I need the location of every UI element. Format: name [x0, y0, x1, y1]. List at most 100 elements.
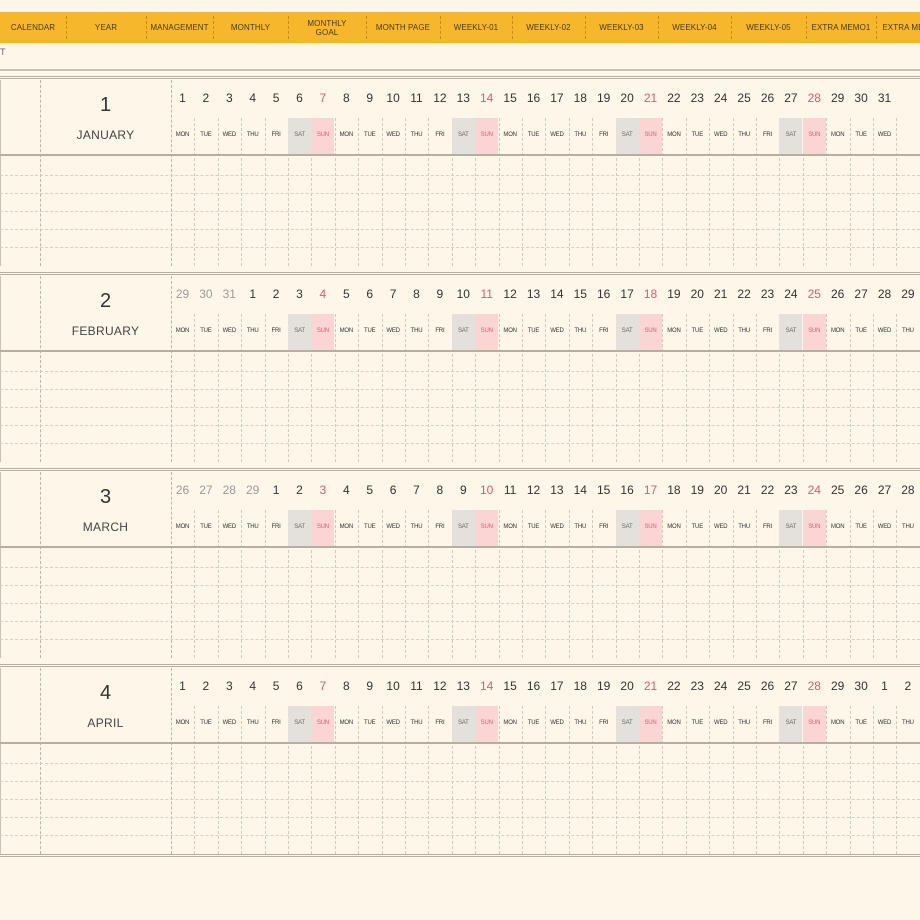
day-number[interactable]: 21	[639, 679, 662, 693]
tab-month-page[interactable]: MONTH PAGE	[366, 12, 440, 43]
day-number[interactable]: 3	[311, 483, 334, 497]
day-number[interactable]: 5	[265, 679, 288, 693]
day-number[interactable]: 9	[428, 287, 451, 301]
day-number[interactable]: 19	[686, 483, 709, 497]
day-number[interactable]: 14	[475, 91, 498, 105]
day-number[interactable]: 5	[265, 91, 288, 105]
day-number[interactable]: 22	[662, 91, 685, 105]
day-number[interactable]: 15	[592, 483, 615, 497]
day-number[interactable]: 17	[545, 679, 568, 693]
day-number[interactable]: 3	[218, 91, 241, 105]
day-number[interactable]: 13	[522, 287, 545, 301]
day-number[interactable]: 7	[382, 287, 405, 301]
day-number[interactable]: 15	[569, 287, 592, 301]
day-number[interactable]: 27	[850, 287, 873, 301]
note-line[interactable]	[0, 585, 920, 586]
day-number[interactable]: 8	[428, 483, 451, 497]
tab-weekly-04[interactable]: WEEKLY-04	[658, 12, 731, 43]
day-number[interactable]: 12	[522, 483, 545, 497]
day-number[interactable]: 16	[616, 483, 639, 497]
day-number[interactable]: 22	[733, 287, 756, 301]
day-number[interactable]: 8	[405, 287, 428, 301]
tab-weekly-01[interactable]: WEEKLY-01	[440, 12, 512, 43]
day-number[interactable]: 2	[194, 679, 217, 693]
tab-year[interactable]: YEAR	[66, 12, 146, 43]
day-number[interactable]: 2	[288, 483, 311, 497]
day-number[interactable]: 4	[241, 679, 264, 693]
day-number[interactable]: 31	[218, 287, 241, 301]
day-number[interactable]: 27	[194, 483, 217, 497]
day-number[interactable]: 27	[779, 91, 802, 105]
day-number[interactable]: 25	[733, 679, 756, 693]
day-number[interactable]: 26	[756, 91, 779, 105]
day-number[interactable]: 22	[662, 679, 685, 693]
day-number[interactable]: 14	[545, 287, 568, 301]
day-number[interactable]: 17	[639, 483, 662, 497]
note-line[interactable]	[0, 799, 920, 800]
day-number[interactable]: 5	[358, 483, 381, 497]
day-number[interactable]: 1	[171, 91, 194, 105]
day-number[interactable]: 10	[382, 679, 405, 693]
note-line[interactable]	[0, 425, 920, 426]
tab-weekly-05[interactable]: WEEKLY-05	[731, 12, 806, 43]
note-line[interactable]	[0, 443, 920, 444]
day-number[interactable]: 23	[686, 679, 709, 693]
tab-extra-memo1[interactable]: EXTRA MEMO1	[806, 12, 876, 43]
tab-weekly-03[interactable]: WEEKLY-03	[585, 12, 658, 43]
day-number[interactable]: 3	[218, 679, 241, 693]
day-number[interactable]: 19	[592, 91, 615, 105]
day-number[interactable]: 29	[241, 483, 264, 497]
day-number[interactable]: 19	[592, 679, 615, 693]
day-number[interactable]: 20	[686, 287, 709, 301]
day-number[interactable]: 28	[803, 91, 826, 105]
day-number[interactable]: 18	[569, 91, 592, 105]
day-number[interactable]: 14	[569, 483, 592, 497]
day-number[interactable]: 29	[171, 287, 194, 301]
day-number[interactable]: 17	[616, 287, 639, 301]
day-number[interactable]: 24	[709, 91, 732, 105]
note-line[interactable]	[0, 639, 920, 640]
day-number[interactable]: 23	[686, 91, 709, 105]
day-number[interactable]: 25	[803, 287, 826, 301]
day-number[interactable]: 30	[850, 91, 873, 105]
day-number[interactable]: 24	[709, 679, 732, 693]
day-number[interactable]: 4	[241, 91, 264, 105]
day-number[interactable]: 6	[288, 91, 311, 105]
note-line[interactable]	[0, 817, 920, 818]
day-number[interactable]: 29	[826, 679, 849, 693]
day-number[interactable]: 6	[358, 287, 381, 301]
day-number[interactable]: 24	[803, 483, 826, 497]
day-number[interactable]: 29	[896, 287, 919, 301]
day-number[interactable]: 4	[335, 483, 358, 497]
day-number[interactable]: 14	[475, 679, 498, 693]
day-number[interactable]: 16	[522, 679, 545, 693]
note-line[interactable]	[0, 621, 920, 622]
day-number[interactable]: 28	[873, 287, 896, 301]
day-number[interactable]: 10	[475, 483, 498, 497]
day-number[interactable]: 26	[850, 483, 873, 497]
note-line[interactable]	[0, 193, 920, 194]
note-line[interactable]	[0, 229, 920, 230]
day-number[interactable]: 9	[452, 483, 475, 497]
day-number[interactable]: 1	[265, 483, 288, 497]
tab-calendar[interactable]: CALENDAR	[0, 12, 66, 43]
day-number[interactable]: 20	[616, 679, 639, 693]
day-number[interactable]: 10	[382, 91, 405, 105]
day-number[interactable]: 25	[826, 483, 849, 497]
day-number[interactable]: 18	[639, 287, 662, 301]
day-number[interactable]: 7	[311, 679, 334, 693]
day-number[interactable]: 21	[733, 483, 756, 497]
day-number[interactable]: 7	[405, 483, 428, 497]
day-number[interactable]: 6	[382, 483, 405, 497]
day-number[interactable]: 1	[241, 287, 264, 301]
day-number[interactable]: 27	[779, 679, 802, 693]
day-number[interactable]: 11	[499, 483, 522, 497]
tab-monthly[interactable]: MONTHLY	[213, 12, 288, 43]
day-number[interactable]: 21	[639, 91, 662, 105]
note-line[interactable]	[0, 781, 920, 782]
day-number[interactable]: 7	[311, 91, 334, 105]
day-number[interactable]: 2	[896, 679, 919, 693]
day-number[interactable]: 6	[288, 679, 311, 693]
day-number[interactable]: 13	[452, 91, 475, 105]
tab-extra-me[interactable]: EXTRA ME	[876, 12, 920, 43]
